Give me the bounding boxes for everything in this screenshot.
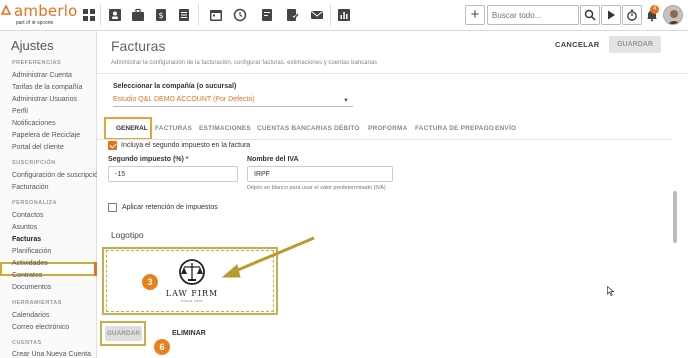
sidebar-item-invoices[interactable]: Facturas xyxy=(12,236,41,243)
billing-icon[interactable]: $ xyxy=(154,8,168,22)
notification-count-badge: 4 xyxy=(650,5,659,14)
sidebar-item-contacts[interactable]: Contactos xyxy=(12,212,44,219)
matters-icon[interactable] xyxy=(131,8,145,22)
firm-name: LAW FIRM xyxy=(165,289,219,298)
logo-section-title: Logotipo xyxy=(111,230,144,240)
documents-icon[interactable] xyxy=(177,8,191,22)
sidebar-item-activities[interactable]: Actividades xyxy=(12,260,48,267)
sidebar-item-contracts[interactable]: Contratos xyxy=(12,272,42,279)
sidebar-item-planning[interactable]: Planificación xyxy=(12,248,51,255)
main-content: Facturas Administrar la configuración de… xyxy=(97,31,688,358)
second-tax-label: Segundo impuesto (%) * xyxy=(108,156,189,163)
stopwatch-icon xyxy=(627,9,637,21)
brand-name: amberlo xyxy=(14,2,78,20)
withholding-checkbox[interactable] xyxy=(108,203,117,212)
toolbar-divider xyxy=(100,4,101,26)
tab-general[interactable]: GENERAL xyxy=(116,125,148,132)
delete-button[interactable]: ELIMINAR xyxy=(172,330,206,337)
sidebar-heading-subscription: SUSCRIPCIÓN xyxy=(12,160,56,166)
mouse-cursor-icon xyxy=(607,286,615,296)
amberlo-logo-icon xyxy=(0,4,12,15)
tab-bank-accounts[interactable]: CUENTAS BANCARIAS xyxy=(257,125,332,132)
reports-icon[interactable] xyxy=(337,8,351,22)
sidebar-title: Ajustes xyxy=(11,38,54,53)
top-bar: amberlo part of ⊛ spcone $ + Buscar todo… xyxy=(0,0,688,31)
svg-text:$: $ xyxy=(158,11,163,20)
tab-invoices[interactable]: FACTURAS xyxy=(155,125,192,132)
search-input[interactable] xyxy=(487,5,579,25)
play-icon xyxy=(608,10,615,20)
brand-tagline: part of ⊛ spcone xyxy=(16,20,54,26)
tab-estimates[interactable]: ESTIMACIONES xyxy=(199,125,251,132)
sidebar-heading-customize: PERSONALIZA xyxy=(12,200,57,206)
company-select[interactable]: Estudio Q&L DEMO ACCOUNT (Por Defecto) xyxy=(113,94,353,107)
calendar-icon[interactable] xyxy=(209,8,223,22)
header-divider xyxy=(97,73,688,74)
law-firm-logo: LAW FIRM SINCE 1975 xyxy=(166,256,217,306)
step-badge-logo: 3 xyxy=(142,274,158,290)
second-tax-input[interactable] xyxy=(108,166,238,182)
start-timer-button[interactable] xyxy=(601,5,621,25)
invoices-icon[interactable] xyxy=(260,8,274,22)
sidebar-item-documents[interactable]: Documentos xyxy=(12,284,51,291)
docs-check-icon[interactable] xyxy=(285,8,299,22)
sidebar-item-recycle-bin[interactable]: Papelera de Reciclaje xyxy=(12,132,80,139)
sidebar-item-profile[interactable]: Perfil xyxy=(12,108,28,115)
tab-prepaid-invoice[interactable]: FACTURA DE PREPAGO xyxy=(415,125,494,132)
avatar[interactable] xyxy=(663,5,683,25)
sidebar-item-billing[interactable]: Facturación xyxy=(12,184,49,191)
dashboard-icon[interactable] xyxy=(82,8,96,22)
caret-down-icon[interactable]: ▼ xyxy=(343,98,349,104)
tab-shipping[interactable]: ENVÍO xyxy=(495,125,516,132)
company-select-label: Seleccionar la compañía (o sucursal) xyxy=(113,83,237,90)
sidebar-heading-tools: HERRAMIENTAS xyxy=(12,300,62,306)
save-button-top[interactable]: GUARDAR xyxy=(609,36,661,53)
save-button-bottom[interactable]: GUARDAR xyxy=(105,326,142,341)
cancel-button[interactable]: CANCELAR xyxy=(555,40,599,49)
sidebar-heading-accounts: CUENTAS xyxy=(12,340,42,346)
firm-tagline: SINCE 1975 xyxy=(181,299,203,303)
add-new-button[interactable]: + xyxy=(465,5,485,25)
search-icon xyxy=(584,9,596,21)
page-subtitle: Administrar la configuración de la factu… xyxy=(111,60,378,66)
settings-sidebar: Ajustes PREFERENCIAS Administrar Cuenta … xyxy=(0,31,102,358)
page-title: Facturas xyxy=(111,38,166,54)
sidebar-item-notifications[interactable]: Notificaciones xyxy=(12,120,56,127)
scrollbar-thumb[interactable] xyxy=(673,191,677,243)
tax-name-help: Déjelo en blanco para usar el valor pred… xyxy=(247,185,386,191)
tax-name-label: Nombre del IVA xyxy=(247,156,299,163)
contacts-icon[interactable] xyxy=(108,8,122,22)
toolbar-divider xyxy=(330,4,331,26)
required-marker: * xyxy=(185,156,189,163)
toolbar-divider xyxy=(198,4,199,26)
mail-icon[interactable] xyxy=(310,8,324,22)
tax-name-input[interactable] xyxy=(247,166,393,182)
sidebar-item-email[interactable]: Correo electrónico xyxy=(12,324,69,331)
sidebar-item-manage-users[interactable]: Administrar Usuarios xyxy=(12,96,77,103)
sidebar-item-calendars[interactable]: Calendarios xyxy=(12,312,49,319)
second-tax-label-text: Segundo impuesto (%) xyxy=(108,156,184,163)
step-badge-save: 6 xyxy=(154,339,170,355)
stopwatch-button[interactable] xyxy=(622,5,642,25)
sidebar-item-manage-account[interactable]: Administrar Cuenta xyxy=(12,72,72,79)
sidebar-item-matters[interactable]: Asuntos xyxy=(12,224,37,231)
sidebar-item-company-rates[interactable]: Tarifas de la compañía xyxy=(12,84,82,91)
tabs-underline xyxy=(97,139,672,140)
sidebar-item-client-portal[interactable]: Portal del cliente xyxy=(12,144,64,151)
sidebar-heading-preferences: PREFERENCIAS xyxy=(12,60,62,66)
tab-proforma[interactable]: PROFORMA xyxy=(368,125,408,132)
second-tax-checkbox-label: Incluya el segundo impuesto en la factur… xyxy=(121,142,251,149)
timer-history-icon[interactable] xyxy=(233,8,247,22)
sidebar-item-subscription-settings[interactable]: Configuración de suscripción xyxy=(12,172,102,179)
withholding-checkbox-label: Aplicar retención de impuestos xyxy=(122,204,218,211)
search-button[interactable] xyxy=(580,5,600,25)
second-tax-checkbox[interactable] xyxy=(108,141,117,150)
sidebar-item-create-account[interactable]: Crear Una Nueva Cuenta xyxy=(12,351,91,358)
tab-debit[interactable]: DÉBITO xyxy=(334,125,360,132)
